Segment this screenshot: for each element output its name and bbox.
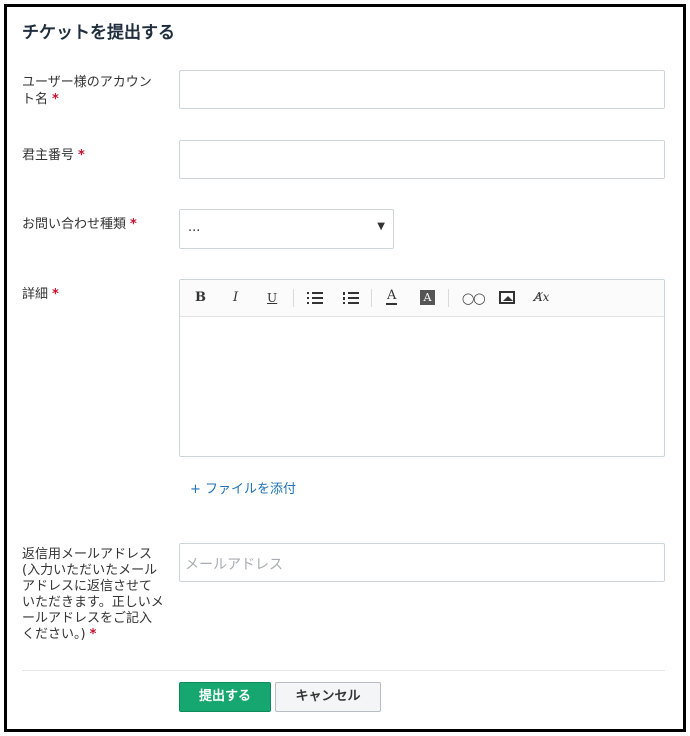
required-mark: * — [52, 287, 59, 302]
required-mark: * — [78, 148, 85, 163]
details-label: 詳細 * — [22, 286, 164, 303]
underline-button[interactable]: U — [267, 290, 277, 306]
required-mark: * — [52, 92, 59, 107]
inquiry-type-label: お問い合わせ種類 * — [22, 216, 172, 233]
reply-email-placeholder: メールアドレス — [185, 557, 283, 573]
lord-number-label-text: 君主番号 — [22, 148, 75, 163]
highlight-color-icon[interactable]: A — [420, 290, 435, 305]
lord-number-label: 君主番号 * — [22, 147, 164, 164]
link-icon[interactable]: ◯◯ — [462, 292, 486, 305]
reply-email-input[interactable]: メールアドレス — [179, 543, 665, 582]
submit-button[interactable]: 提出する — [179, 682, 271, 712]
account-name-label-text: ユーザー様のアカウント名 — [22, 75, 152, 107]
details-editor[interactable]: B I U A A ◯◯ A̸x — [179, 279, 665, 457]
inquiry-type-value: ... — [188, 220, 201, 235]
chevron-down-icon: ▼ — [377, 221, 385, 232]
toolbar-divider — [448, 289, 449, 307]
italic-button[interactable]: I — [233, 290, 238, 306]
bulleted-list-icon[interactable] — [307, 292, 323, 304]
image-icon[interactable] — [499, 291, 515, 304]
toolbar-divider — [293, 289, 294, 307]
required-mark: * — [89, 627, 97, 642]
reply-email-label: 返信用メールアドレス(入力いただいたメールアドレスに返信させていただきます。正し… — [22, 547, 164, 643]
attach-file-link[interactable]: + ファイルを添付 — [190, 478, 296, 497]
numbered-list-icon[interactable] — [343, 292, 359, 304]
account-name-label: ユーザー様のアカウント名 * — [22, 74, 164, 108]
cancel-button[interactable]: キャンセル — [275, 682, 381, 712]
inquiry-type-select[interactable]: ... ▼ — [179, 209, 394, 249]
font-color-icon[interactable]: A — [385, 288, 398, 305]
lord-number-input[interactable] — [179, 140, 665, 179]
divider — [22, 670, 665, 671]
inquiry-type-label-text: お問い合わせ種類 — [22, 217, 127, 232]
details-label-text: 詳細 — [22, 287, 49, 302]
clear-formatting-icon[interactable]: A̸x — [534, 290, 549, 304]
toolbar-divider — [371, 289, 372, 307]
account-name-input[interactable] — [179, 70, 665, 109]
bold-button[interactable]: B — [195, 290, 206, 306]
editor-toolbar: B I U A A ◯◯ A̸x — [180, 280, 664, 317]
required-mark: * — [130, 217, 137, 232]
page-title: チケットを提出する — [22, 23, 175, 43]
